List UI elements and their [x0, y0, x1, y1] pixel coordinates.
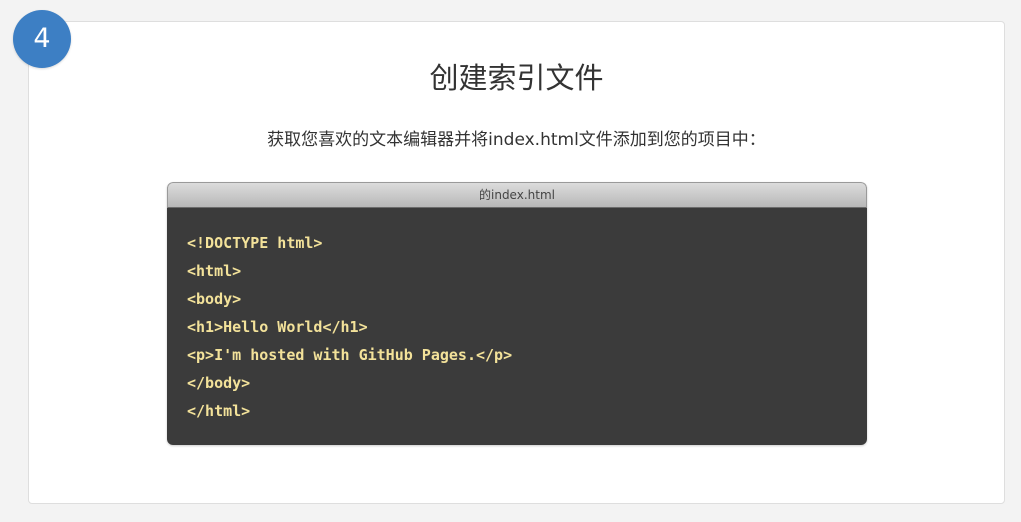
code-line: </body> — [187, 374, 251, 392]
code-line: <body> — [187, 290, 242, 308]
code-line: <!DOCTYPE html> — [187, 234, 323, 252]
instruction-text: 获取您喜欢的文本编辑器并将index.html文件添加到您的项目中： — [267, 130, 766, 150]
editor-title-bar: 的index.html — [167, 182, 867, 208]
code-line: <html> — [187, 262, 242, 280]
code-block: <!DOCTYPE html> <html> <body> <h1>Hello … — [167, 208, 867, 445]
code-line: <p>I'm hosted with GitHub Pages.</p> — [187, 346, 513, 364]
code-line: </html> — [187, 402, 251, 420]
code-editor-window: 的index.html <!DOCTYPE html> <html> <body… — [167, 182, 867, 445]
page-title: 创建索引文件 — [429, 61, 604, 95]
editor-filename: 的index.html — [479, 188, 555, 202]
code-line: <h1>Hello World</h1> — [187, 318, 368, 336]
